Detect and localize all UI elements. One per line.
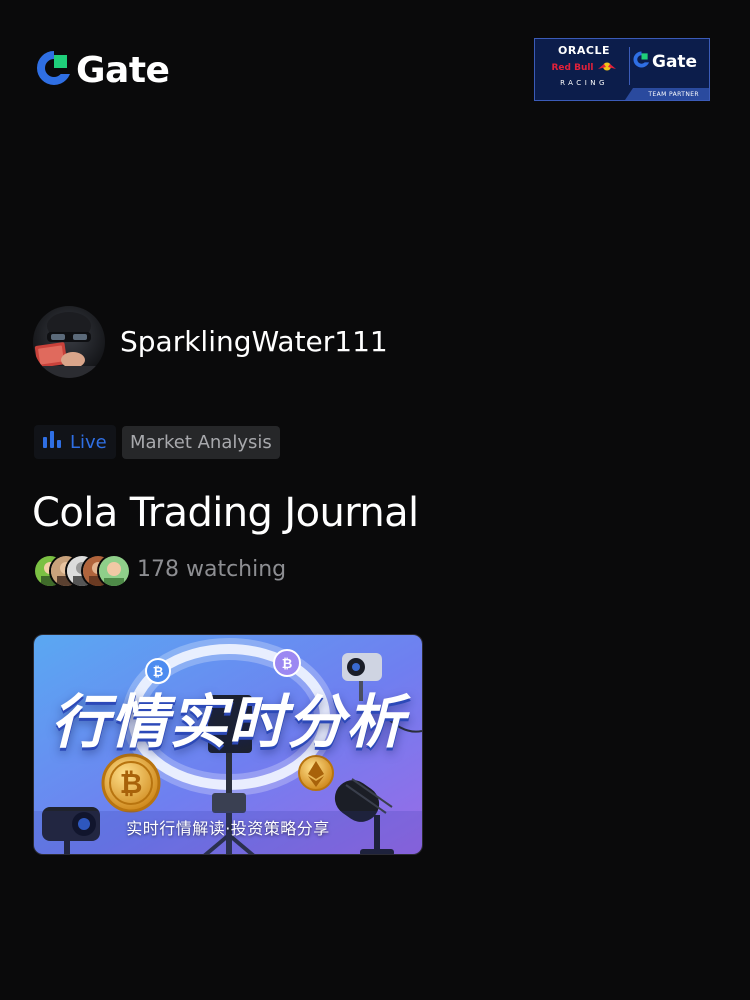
badge-gate-logo: Gate <box>633 51 697 73</box>
viewer-avatar <box>97 554 131 588</box>
live-label: Live <box>70 431 107 453</box>
logo-text: Gate <box>76 49 170 91</box>
live-tag: Live <box>34 425 116 459</box>
gate-logo[interactable]: Gate <box>36 49 170 91</box>
streamer-username[interactable]: SparklingWater111 <box>120 325 388 359</box>
svg-text:₿: ₿ <box>153 665 164 680</box>
category-tag[interactable]: Market Analysis <box>122 426 280 459</box>
viewer-avatars <box>33 554 131 588</box>
team-partner-badge: ORACLE Red Bull RACING Gate TEAM PARTNER <box>534 38 710 101</box>
live-bars-icon <box>43 431 61 453</box>
stream-title: Cola Trading Journal <box>32 490 419 536</box>
oracle-text: ORACLE <box>558 44 610 57</box>
stream-thumbnail[interactable]: ₿ ₿ ₿ 行情实时分析 实时行情解读·投资策略分享 <box>33 634 423 855</box>
watching-count: 178 watching <box>137 557 287 582</box>
team-partner-text: TEAM PARTNER <box>648 91 699 98</box>
thumbnail-title: 行情实时分析 <box>50 688 405 756</box>
thumbnail-subtitle: 实时行情解读·投资策略分享 <box>126 819 330 838</box>
racing-text: RACING <box>560 79 608 87</box>
bull-icon <box>597 59 617 77</box>
oracle-red-bull-racing-logo: ORACLE Red Bull RACING <box>543 45 625 88</box>
svg-text:₿: ₿ <box>282 657 293 672</box>
badge-gate-text: Gate <box>652 51 698 72</box>
streamer-avatar[interactable] <box>33 306 105 378</box>
red-bull-text: Red Bull <box>551 62 594 73</box>
svg-text:₿: ₿ <box>120 767 143 800</box>
gate-small-icon <box>633 51 650 73</box>
badge-divider <box>629 47 630 85</box>
gate-logo-icon <box>36 50 72 91</box>
